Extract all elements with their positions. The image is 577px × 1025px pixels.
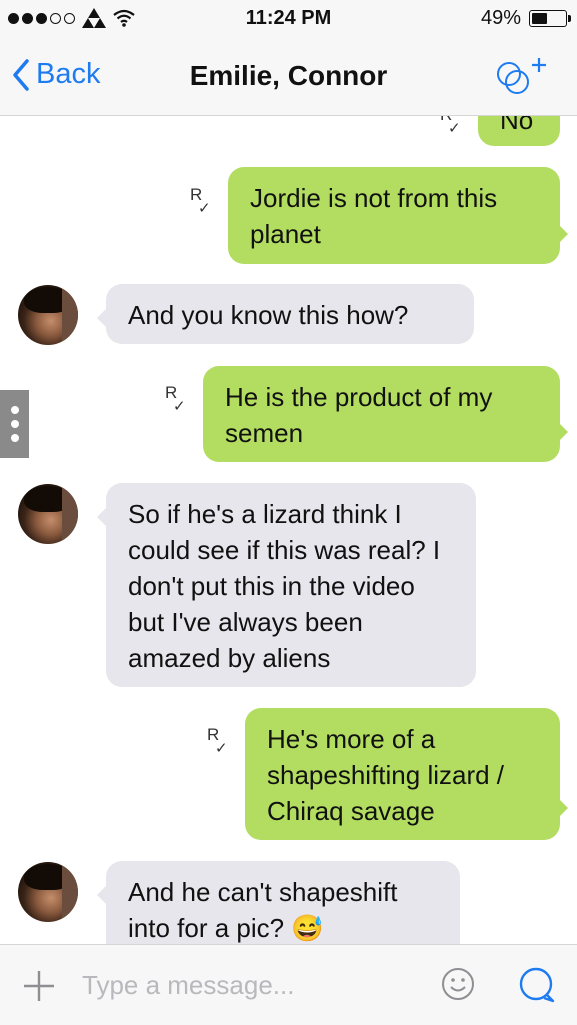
- message-text: He is the product of my semen: [225, 382, 493, 448]
- chat-bubble-icon: [519, 967, 555, 1003]
- add-people-icon: [497, 58, 546, 94]
- message-list[interactable]: R✓ No R✓ Jordie is not from this planet …: [0, 116, 577, 944]
- message-input[interactable]: [82, 967, 412, 1003]
- navigation-bar: Back Emilie, Connor: [0, 38, 577, 116]
- read-receipt: R✓: [165, 383, 186, 416]
- message-bubble-outgoing[interactable]: He's more of a shapeshifting lizard / Ch…: [245, 708, 560, 840]
- battery-icon: [529, 10, 571, 27]
- message-bubble-incoming[interactable]: And he can't shapeshift into for a pic? …: [106, 861, 460, 944]
- message-text: And you know this how?: [128, 300, 409, 330]
- message-bubble-incoming[interactable]: So if he's a lizard think I could see if…: [106, 483, 476, 687]
- plus-icon: [24, 971, 54, 1001]
- battery-percent: 49%: [480, 7, 521, 29]
- battery-area: 49%: [480, 7, 571, 30]
- message-bubble-outgoing[interactable]: Jordie is not from this planet: [228, 167, 560, 264]
- avatar[interactable]: [18, 285, 78, 345]
- read-receipt: R✓: [190, 185, 211, 218]
- side-menu-handle[interactable]: [0, 390, 29, 458]
- emoji-button[interactable]: [441, 967, 475, 1006]
- avatar[interactable]: [18, 862, 78, 922]
- smiley-icon: [442, 968, 474, 1000]
- message-input-bar: [0, 944, 577, 1025]
- message-text: He's more of a shapeshifting lizard / Ch…: [267, 724, 505, 826]
- read-receipt: R✓: [207, 725, 228, 758]
- sweat-smile-emoji-icon: 😅: [291, 913, 324, 943]
- send-button[interactable]: [518, 966, 556, 1009]
- message-text: And he can't shapeshift into for a pic?: [128, 877, 398, 943]
- read-receipt: R✓: [440, 116, 461, 137]
- conversation-title: Emilie, Connor: [189, 60, 388, 91]
- status-bar: 11:24 PM 49%: [0, 0, 577, 38]
- message-text: No: [500, 116, 534, 135]
- message-bubble-outgoing[interactable]: No: [478, 116, 560, 146]
- add-participant-button[interactable]: [495, 56, 551, 101]
- attach-button[interactable]: [22, 969, 56, 1008]
- message-bubble-incoming[interactable]: And you know this how?: [106, 284, 474, 344]
- avatar[interactable]: [18, 484, 78, 544]
- message-text: Jordie is not from this planet: [250, 183, 498, 249]
- message-bubble-outgoing[interactable]: He is the product of my semen: [203, 366, 560, 462]
- message-text: So if he's a lizard think I could see if…: [128, 499, 441, 673]
